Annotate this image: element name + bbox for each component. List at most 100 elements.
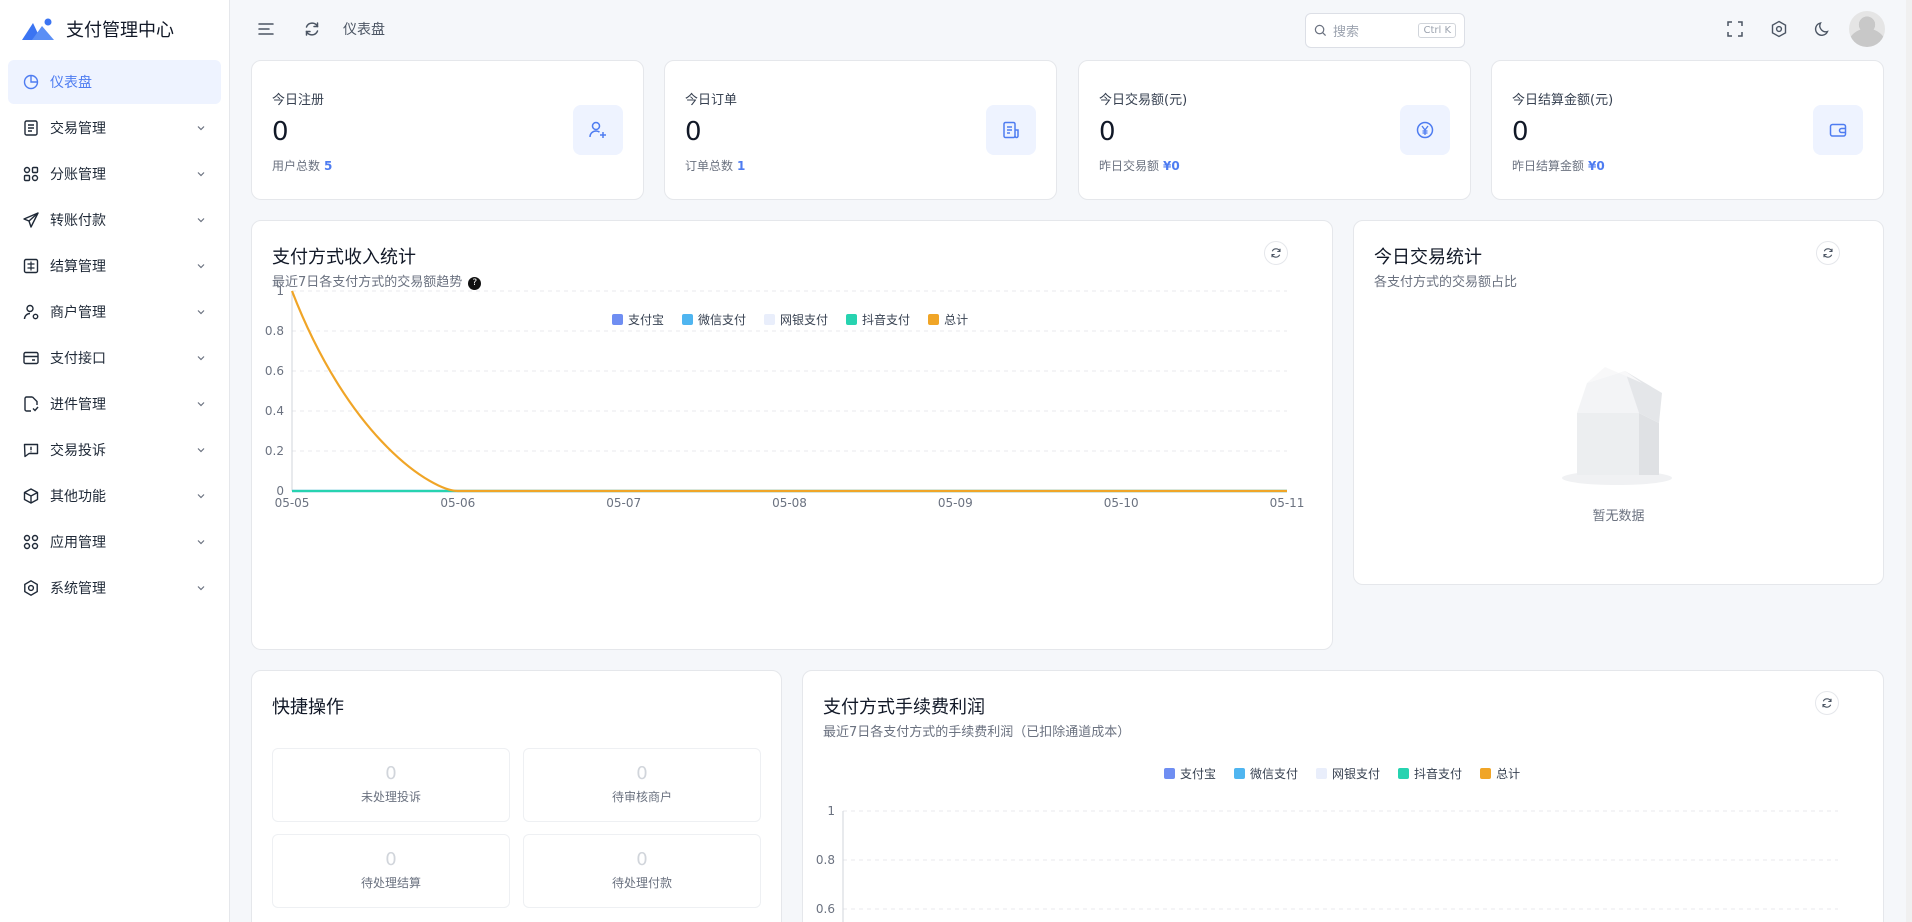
menu-toggle-button[interactable] (251, 14, 281, 44)
stat-value: 0 (1512, 117, 1529, 147)
quick-action-settlements[interactable]: 0 待处理结算 (272, 834, 510, 908)
sidebar-item[interactable]: 应用管理 (8, 520, 221, 564)
card-title: 支付方式收入统计 (272, 247, 416, 268)
refresh-icon (1271, 248, 1281, 258)
quick-action-label: 待处理结算 (360, 876, 421, 890)
legend-item[interactable]: 支付宝 (1164, 765, 1216, 782)
sidebar-item-label: 交易管理 (50, 121, 106, 137)
breadcrumb[interactable]: 仪表盘 (343, 19, 385, 39)
legend-item[interactable]: 总计 (1480, 765, 1520, 782)
legend-item[interactable]: 网银支付 (764, 311, 828, 328)
sidebar-item[interactable]: 其他功能 (8, 474, 221, 518)
stat-card-orders: 今日订单 0 订单总数 1 (664, 60, 1057, 200)
quick-action-count: 0 (385, 849, 397, 870)
refresh-icon (1822, 698, 1832, 708)
quick-action-merchants[interactable]: 0 待审核商户 (523, 748, 761, 822)
chevron-down-icon (195, 398, 207, 410)
search-icon (1314, 24, 1327, 37)
legend-label: 支付宝 (1180, 767, 1217, 781)
legend-label: 总计 (1496, 767, 1521, 781)
sidebar-item[interactable]: 进件管理 (8, 382, 221, 426)
stat-label: 今日结算金额(元) (1512, 93, 1614, 108)
sidebar-item[interactable]: 交易投诉 (8, 428, 221, 472)
legend-item[interactable]: 总计 (928, 311, 968, 328)
chevron-down-icon (195, 306, 207, 318)
settings-icon (22, 579, 40, 597)
legend-item[interactable]: 微信支付 (1234, 765, 1298, 782)
stat-card-registrations: 今日注册 0 用户总数 5 (251, 60, 644, 200)
y-tick-label: 0.8 (816, 853, 835, 867)
pie-chart-icon (22, 73, 40, 91)
wallet-icon (1813, 105, 1863, 155)
card-title: 快捷操作 (272, 697, 344, 718)
x-tick-label: 05-10 (1104, 496, 1139, 510)
sidebar-item-label: 交易投诉 (50, 443, 106, 459)
sidebar-item[interactable]: 仪表盘 (8, 60, 221, 104)
y-tick-label: 0.6 (265, 364, 284, 378)
chart-legend: 支付宝 微信支付 网银支付 抖音支付 总计 (1164, 765, 1520, 782)
settings-button[interactable] (1765, 15, 1793, 43)
legend-item[interactable]: 网银支付 (1316, 765, 1380, 782)
legend-label: 总计 (944, 313, 969, 327)
reload-button[interactable] (297, 14, 327, 44)
sidebar-item[interactable]: 支付接口 (8, 336, 221, 380)
card-subtitle: 各支付方式的交易额占比 (1374, 275, 1518, 290)
stat-label: 今日交易额(元) (1099, 93, 1188, 108)
quick-actions-card: 快捷操作 0 未处理投诉 0 待审核商户 0 待处理结算 0 待处理付款 (251, 670, 782, 922)
chevron-down-icon (195, 490, 207, 502)
legend-swatch (764, 314, 776, 325)
sidebar-item[interactable]: 交易管理 (8, 106, 221, 150)
file-check-icon (22, 395, 40, 413)
theme-toggle-button[interactable] (1809, 15, 1837, 43)
card-icon (22, 349, 40, 367)
sidebar-item[interactable]: 分账管理 (8, 152, 221, 196)
sidebar-item[interactable]: 系统管理 (8, 566, 221, 610)
refresh-icon (1823, 248, 1833, 258)
stat-value: 0 (1099, 117, 1116, 147)
scrollbar[interactable] (1906, 0, 1912, 922)
x-tick-label: 05-06 (440, 496, 475, 510)
stat-label: 今日订单 (685, 93, 738, 108)
sidebar-item[interactable]: 结算管理 (8, 244, 221, 288)
chevron-down-icon (195, 582, 207, 594)
yen-icon (1400, 105, 1450, 155)
card-title: 今日交易统计 (1374, 247, 1482, 268)
logo[interactable]: 支付管理中心 (0, 0, 229, 58)
avatar[interactable] (1849, 11, 1885, 47)
refresh-button[interactable] (1816, 241, 1840, 265)
settlement-icon (22, 257, 40, 275)
y-tick-label: 1 (827, 804, 835, 818)
sidebar-item-label: 应用管理 (50, 535, 106, 551)
today-chart-card: 今日交易统计 各支付方式的交易额占比 暂无数据 (1353, 220, 1884, 585)
quick-action-payments[interactable]: 0 待处理付款 (523, 834, 761, 908)
sidebar-item[interactable]: 转账付款 (8, 198, 221, 242)
y-tick-label: 0.8 (265, 324, 284, 338)
legend-item[interactable]: 抖音支付 (846, 311, 910, 328)
refresh-button[interactable] (1264, 241, 1288, 265)
quick-action-count: 0 (636, 849, 648, 870)
refresh-button[interactable] (1815, 691, 1839, 715)
help-icon[interactable]: ? (468, 277, 482, 290)
legend-item[interactable]: 支付宝 (612, 311, 664, 328)
fullscreen-button[interactable] (1721, 15, 1749, 43)
quick-action-complaints[interactable]: 0 未处理投诉 (272, 748, 510, 822)
y-tick-label: 0 (276, 484, 284, 498)
alert-message-icon (22, 441, 40, 459)
stat-value: 0 (272, 117, 289, 147)
sidebar: 支付管理中心 仪表盘交易管理分账管理 转账付款 结算管理 商户管理 支付接口 进件管理交易… (0, 0, 230, 922)
x-tick-label: 05-07 (606, 496, 641, 510)
y-tick-label: 0.4 (265, 404, 284, 418)
sidebar-item-label: 其他功能 (50, 489, 106, 505)
legend-label: 网银支付 (780, 313, 829, 327)
document-icon (22, 119, 40, 137)
legend-swatch (682, 314, 694, 325)
legend-item[interactable]: 微信支付 (682, 311, 746, 328)
legend-item[interactable]: 抖音支付 (1398, 765, 1462, 782)
chevron-down-icon (195, 122, 207, 134)
sidebar-item[interactable]: 商户管理 (8, 290, 221, 334)
chevron-down-icon (195, 168, 207, 180)
stat-sub: 用户总数 5 (272, 159, 333, 173)
search-input[interactable]: 搜索 Ctrl K (1305, 13, 1465, 48)
legend-label: 微信支付 (698, 313, 747, 327)
legend-label: 微信支付 (1250, 767, 1299, 781)
